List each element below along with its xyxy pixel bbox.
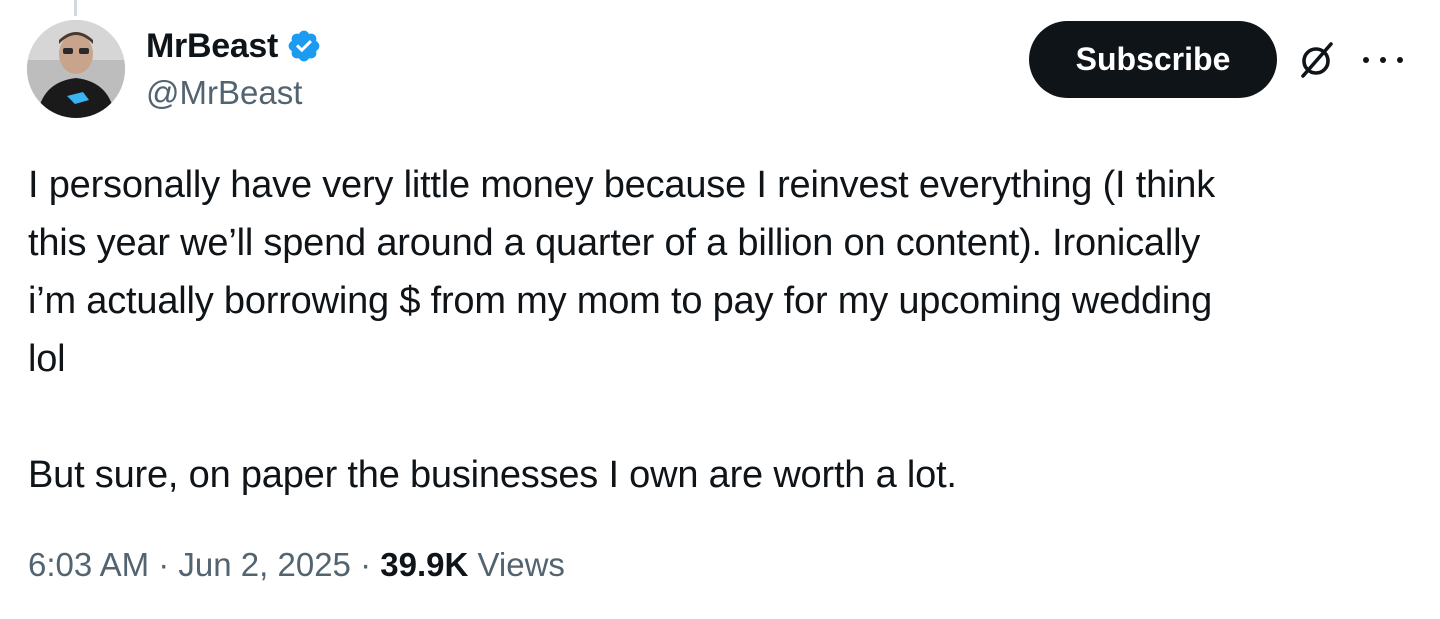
tweet-text: I personally have very little money beca… bbox=[28, 156, 1418, 504]
more-dot bbox=[1397, 57, 1403, 63]
tweet-text-line: But sure, on paper the businesses I own … bbox=[28, 454, 957, 496]
author-handle[interactable]: @MrBeast bbox=[146, 74, 302, 112]
subscribe-button[interactable]: Subscribe bbox=[1029, 21, 1277, 98]
more-dot bbox=[1363, 57, 1369, 63]
verified-badge-icon bbox=[286, 28, 322, 64]
tweet-time[interactable]: 6:03 AM bbox=[28, 546, 149, 583]
avatar-image bbox=[27, 20, 125, 118]
more-dot bbox=[1380, 57, 1386, 63]
views-label: Views bbox=[477, 546, 565, 583]
tweet-text-line: i’m actually borrowing $ from my mom to … bbox=[28, 280, 1213, 322]
views-count[interactable]: 39.9K bbox=[380, 546, 468, 583]
author-name-row: MrBeast bbox=[146, 24, 322, 68]
author-display-name[interactable]: MrBeast bbox=[146, 27, 278, 66]
tweet-card: MrBeast @MrBeast Subscribe I personally … bbox=[0, 0, 1440, 619]
tweet-text-line: I personally have very little money beca… bbox=[28, 164, 1216, 206]
tweet-text-line: lol bbox=[28, 338, 66, 380]
tweet-text-line: this year we’ll spend around a quarter o… bbox=[28, 222, 1201, 264]
tweet-date[interactable]: Jun 2, 2025 bbox=[178, 546, 350, 583]
meta-separator: · bbox=[360, 546, 372, 583]
tweet-metadata: 6:03 AM · Jun 2, 2025 · 39.9K Views bbox=[28, 546, 565, 584]
grok-icon[interactable] bbox=[1297, 40, 1337, 80]
thread-connector-line bbox=[74, 0, 77, 16]
more-options-icon[interactable] bbox=[1363, 46, 1403, 74]
avatar[interactable] bbox=[27, 20, 125, 118]
meta-separator: · bbox=[158, 546, 170, 583]
